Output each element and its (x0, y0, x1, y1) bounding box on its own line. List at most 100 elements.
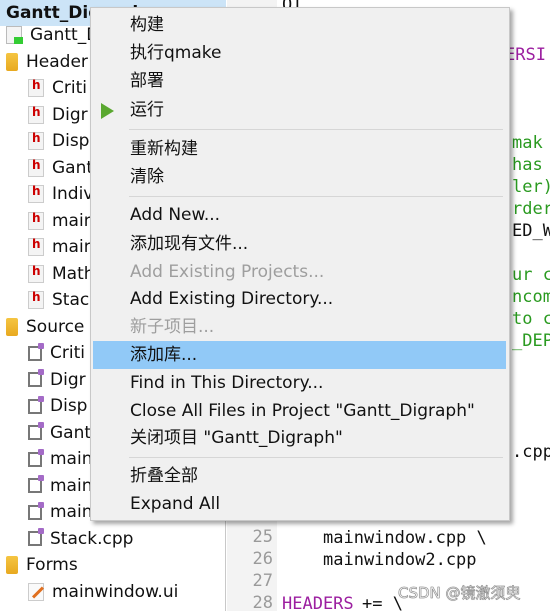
tree-item[interactable]: Criti (28, 340, 85, 366)
code-fragment: _DEP (512, 331, 550, 351)
tree-item-label: Header (26, 51, 88, 72)
tree-item[interactable]: Disp (28, 128, 89, 154)
qt-project-file-icon (6, 26, 23, 44)
menu-separator (129, 196, 503, 197)
menu-item-label: 添加现有文件... (130, 234, 249, 254)
tree-item-label: Disp (52, 131, 90, 151)
code-fragment: HEADERS (282, 594, 354, 614)
tree-item[interactable]: Math (28, 261, 95, 287)
menu-item[interactable]: 关闭项目 "Gantt_Digraph" (93, 424, 506, 452)
tree-item[interactable]: Digr (28, 102, 88, 128)
cpp-file-icon (28, 448, 44, 467)
menu-item-label: 构建 (130, 15, 164, 35)
tree-item[interactable]: main (28, 234, 94, 260)
menu-item-label: Find in This Directory... (130, 373, 324, 393)
tree-item[interactable]: Digr (28, 367, 86, 393)
menu-item[interactable]: Close All Files in Project "Gantt_Digrap… (93, 397, 506, 425)
tree-item-label: main (50, 475, 93, 496)
tree-item-label: mainwindow.ui (52, 581, 179, 602)
cpp-file-icon (28, 369, 44, 387)
tree-item[interactable]: Header (6, 49, 88, 75)
tree-item-label: Gantt_D (30, 25, 100, 45)
header-file-icon (28, 78, 44, 97)
header-file-icon (28, 184, 44, 203)
header-file-icon (28, 290, 44, 309)
context-menu: 构建执行qmake 部署运行重新构建清除 Add New... 添加现有文件... Ad… (90, 7, 510, 521)
menu-item[interactable]: 添加现有文件... (93, 230, 506, 258)
header-file-icon (28, 105, 44, 124)
tree-item-label: Disp (50, 396, 88, 416)
header-file-icon (28, 211, 44, 230)
code-fragment: mainwindow2.cpp (323, 550, 477, 570)
menu-item[interactable]: 清除 (93, 163, 506, 191)
tree-item-label: main (52, 210, 95, 231)
line-number: 28 (252, 593, 273, 613)
forms-folder-icon (6, 556, 18, 574)
tree-item[interactable]: Stac (28, 287, 89, 313)
menu-item-label: 关闭项目 "Gantt_Digraph" (130, 428, 343, 448)
tree-item[interactable]: main (28, 446, 92, 472)
tree-item[interactable]: Source (6, 314, 84, 340)
cpp-file-icon (28, 528, 44, 546)
header-file-icon (28, 131, 44, 150)
menu-item-label: Add Existing Projects... (130, 262, 325, 282)
tree-item[interactable]: Indiv (28, 181, 93, 207)
cpp-file-icon (28, 422, 44, 440)
ui-file-icon (28, 582, 44, 601)
menu-item-label: Expand All (130, 494, 221, 514)
tree-item-label: Gant (50, 422, 92, 443)
tree-item[interactable]: Gant (28, 420, 91, 446)
menu-item[interactable]: Find in This Directory... (93, 369, 506, 397)
code-fragment: += \ (362, 594, 403, 614)
menu-separator (129, 457, 503, 458)
code-fragment: rder (512, 199, 550, 219)
tree-item[interactable]: main (28, 499, 92, 525)
menu-item: Add Existing Projects... (93, 258, 506, 286)
tree-item-label: Digr (52, 104, 88, 125)
header-file-icon (28, 264, 44, 283)
tree-item-label: main (50, 502, 93, 522)
tree-item-label: Digr (50, 369, 86, 390)
tree-item[interactable]: main (28, 473, 92, 499)
menu-item[interactable]: 重新构建 (93, 135, 506, 163)
menu-item-label: Close All Files in Project "Gantt_Digrap… (130, 401, 475, 421)
tree-item[interactable]: mainwindow.ui (28, 579, 178, 605)
tree-item-label: Criti (52, 78, 87, 98)
headers-folder-icon (6, 52, 18, 71)
menu-item[interactable]: 构建 (93, 11, 506, 39)
tree-item-label: Stac (52, 290, 90, 310)
code-fragment: ED_W (512, 221, 550, 241)
tree-item-label: Source (26, 316, 85, 337)
tree-item-label: Forms (26, 555, 78, 575)
tree-item[interactable]: Gantt_D (6, 22, 99, 48)
tree-item-label: Criti (50, 343, 85, 363)
code-fragment: ERSI (505, 45, 546, 65)
menu-item[interactable]: 运行 (93, 96, 506, 124)
tree-item[interactable]: main (28, 208, 94, 234)
menu-item[interactable]: Expand All (93, 490, 506, 518)
menu-item[interactable]: 执行qmake (93, 39, 506, 67)
menu-separator (129, 129, 503, 130)
tree-item[interactable]: Criti (28, 75, 87, 101)
menu-item[interactable]: Add Existing Directory... (93, 285, 506, 313)
code-fragment: ler) (512, 177, 550, 197)
code-fragment: ncom (512, 287, 550, 307)
menu-item[interactable]: Add New... (93, 201, 506, 229)
tree-item[interactable]: Forms (6, 552, 78, 578)
menu-item-label: 运行 (130, 100, 164, 120)
menu-item[interactable]: 折叠全部 (93, 462, 506, 490)
tree-item[interactable]: Disp (28, 393, 87, 419)
tree-item-label: Indiv (52, 184, 94, 204)
menu-item: 新子项目... (93, 313, 506, 341)
code-fragment: mainwindow.cpp \ (323, 528, 487, 548)
tree-item-label: main (52, 237, 95, 257)
menu-item[interactable]: 部署 (93, 67, 506, 95)
tree-item[interactable]: Stack.cpp (28, 526, 133, 552)
menu-item-label: 重新构建 (130, 139, 198, 159)
code-fragment: mak (512, 133, 543, 153)
code-fragment: to c (512, 309, 550, 329)
line-number: 27 (252, 571, 273, 591)
menu-item-label: Add New... (130, 205, 221, 225)
tree-item[interactable]: Gant (28, 155, 93, 181)
menu-item[interactable]: 添加库... (93, 341, 506, 369)
